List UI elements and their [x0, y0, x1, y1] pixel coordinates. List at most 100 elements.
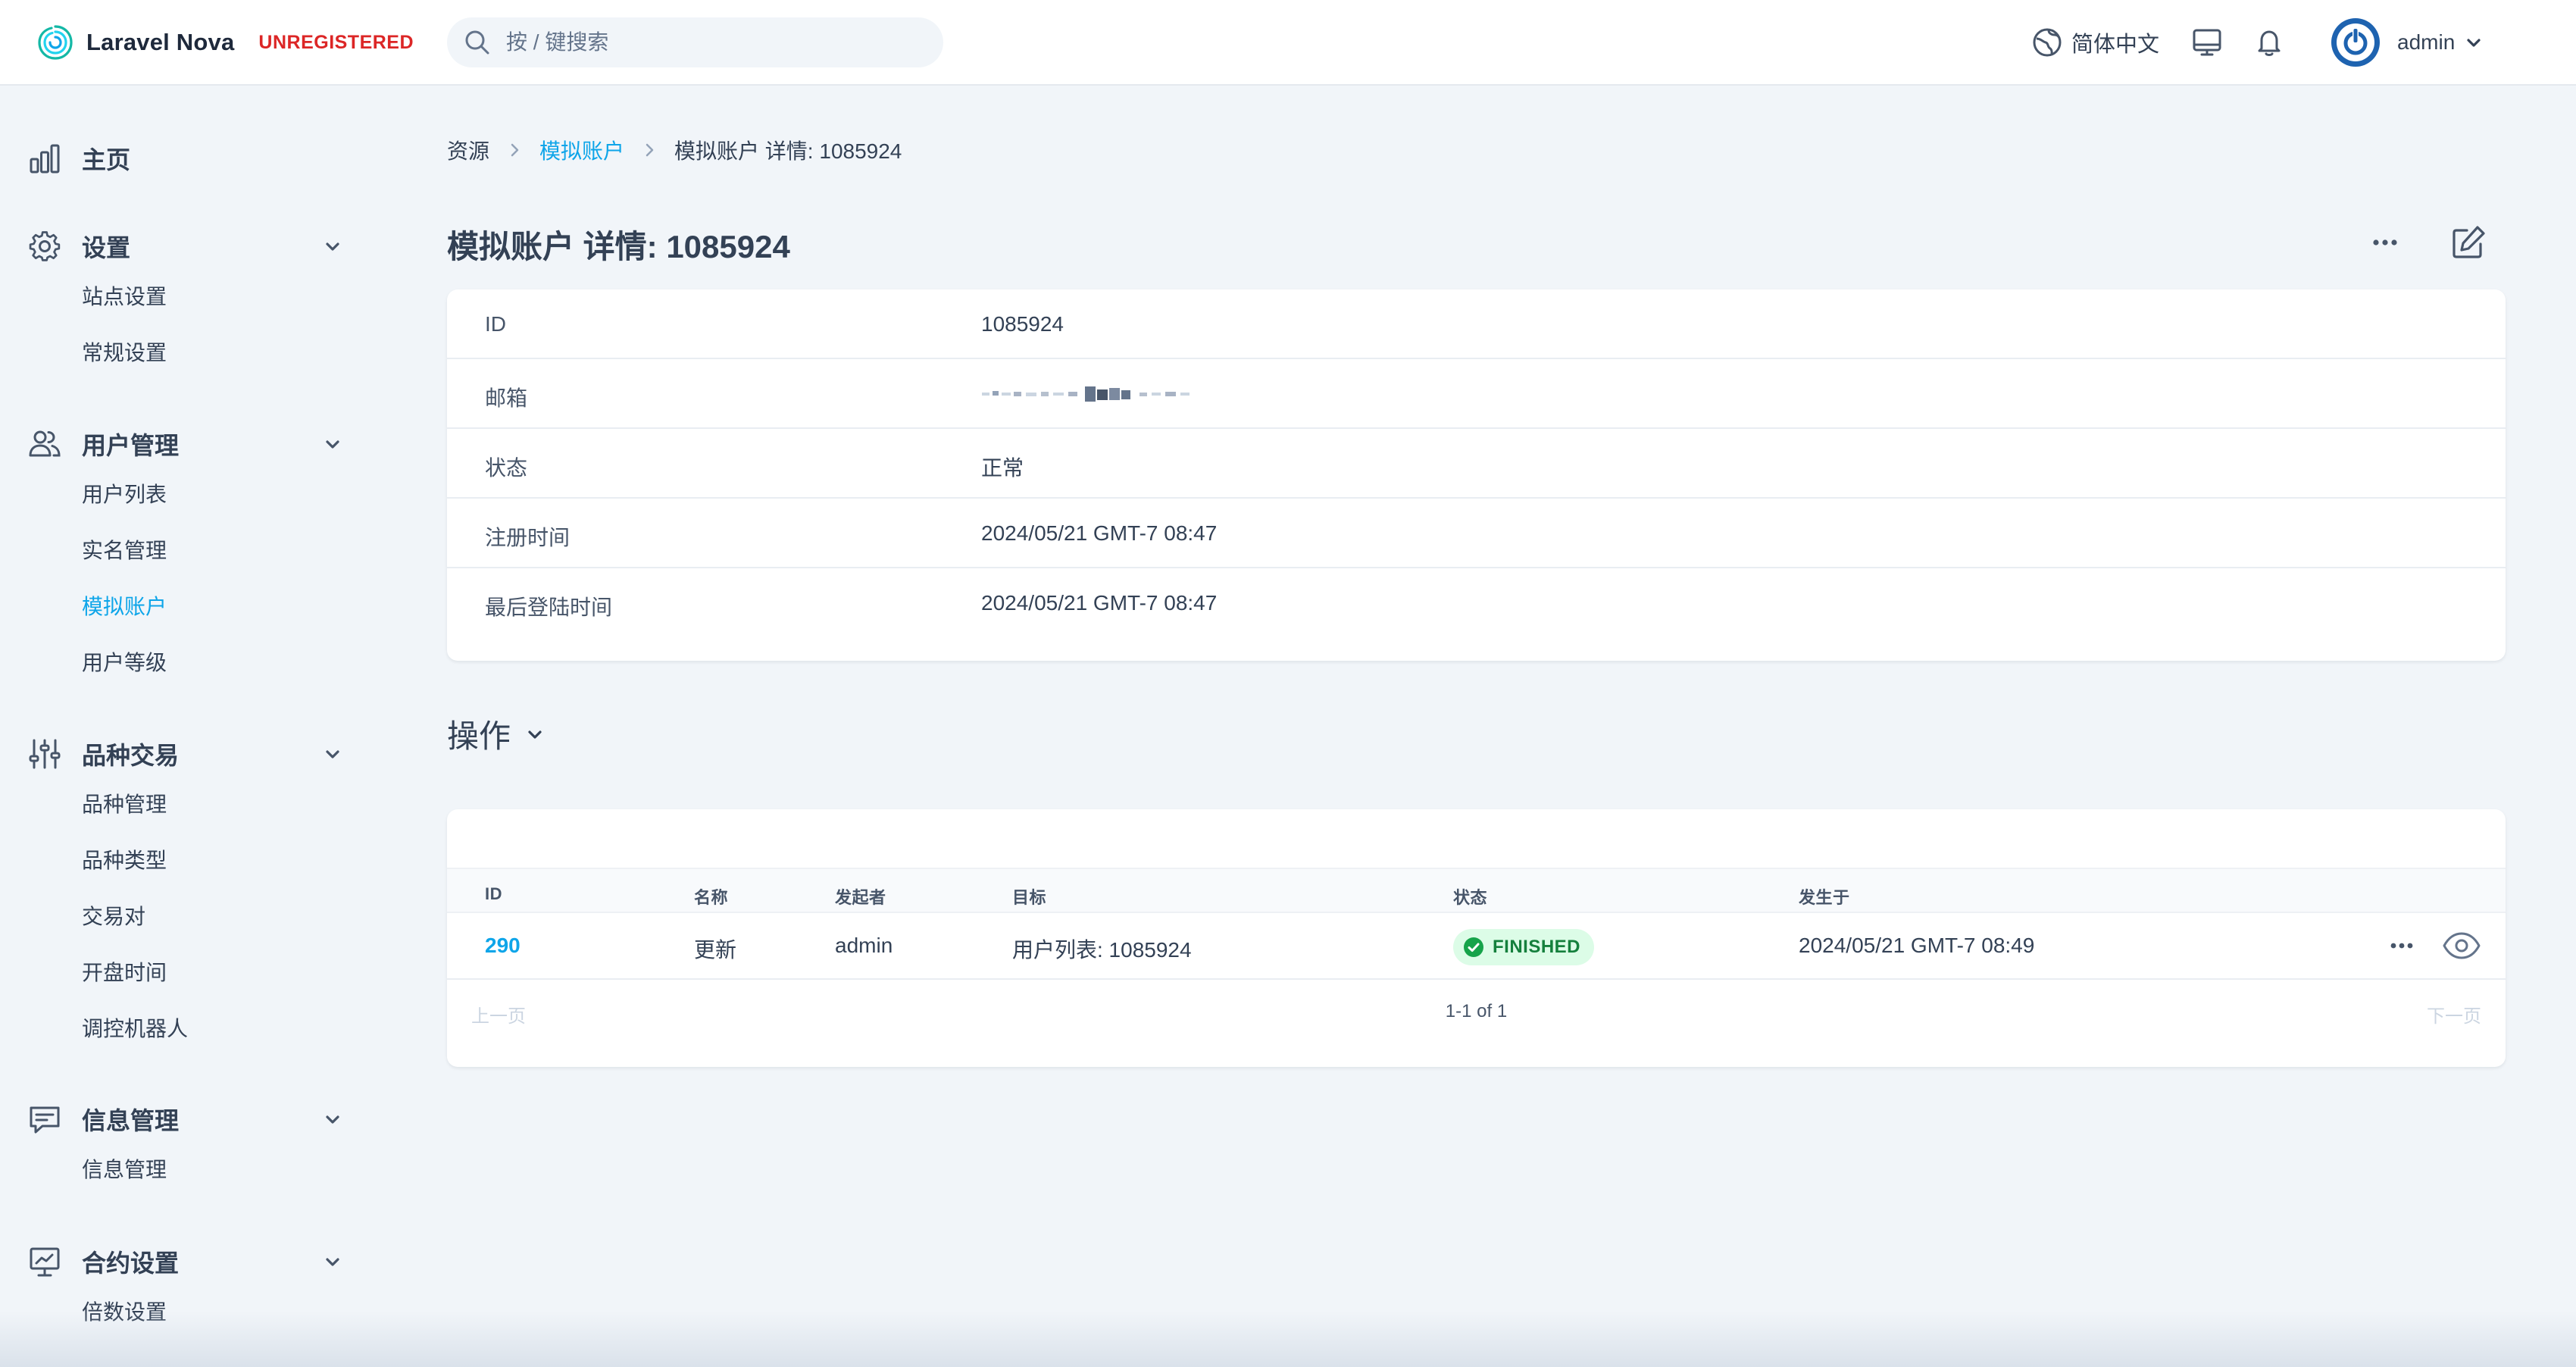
sidebar-item-kyc[interactable]: 实名管理: [82, 523, 353, 579]
actions-section-toggle[interactable]: 操作: [447, 711, 546, 757]
row-name: 更新: [694, 938, 737, 962]
ellipsis-icon[interactable]: [2383, 927, 2421, 965]
monitor-icon: [2193, 29, 2221, 56]
breadcrumb: 资源 模拟账户 模拟账户 详情: 1085924: [447, 133, 902, 167]
table-row: 290 更新 admin 用户列表: 1085924 FINISHED 2024…: [447, 913, 2506, 980]
sidebar-group-toggle-trading[interactable]: 品种交易: [27, 731, 353, 777]
check-circle-icon: [1464, 937, 1483, 957]
chevron-right-icon: [646, 143, 654, 157]
sidebar-item-user-levels[interactable]: 用户等级: [82, 635, 353, 691]
ellipsis-icon: [2373, 239, 2397, 246]
detail-card: ID 1085924 邮箱 状态 正常 注册时间 2024/05/21 GMT-…: [447, 289, 2506, 661]
chevron-down-icon: [326, 1115, 339, 1124]
page-title: 模拟账户 详情: 1085924: [447, 229, 790, 264]
globe-icon: [2033, 28, 2062, 57]
row-id-link[interactable]: 290: [485, 934, 521, 958]
column-header-name[interactable]: 名称: [694, 884, 728, 909]
bottom-scroll-fade: [0, 1311, 2576, 1367]
nova-logo-icon: [38, 25, 73, 60]
pagination: 上一页 1-1 of 1 下一页: [447, 981, 2506, 1042]
screen-button[interactable]: [2190, 25, 2224, 60]
detail-key: ID: [485, 312, 506, 336]
sidebar-item-message-management[interactable]: 信息管理: [82, 1142, 353, 1198]
detail-value: 1085924: [981, 312, 1064, 336]
status-text: FINISHED: [1493, 937, 1581, 957]
notifications-button[interactable]: [2252, 25, 2287, 60]
sidebar-group-trading: 品种交易 品种管理 品种类型 交易对 开盘时间 调控机器人: [27, 731, 353, 1057]
user-name: admin: [2397, 30, 2456, 54]
column-header-status[interactable]: 状态: [1453, 884, 1487, 909]
search-icon: [465, 30, 489, 55]
sidebar-item-product-types[interactable]: 品种类型: [82, 833, 353, 889]
sidebar-item-label: 主页: [82, 146, 131, 174]
sidebar-group-toggle-users[interactable]: 用户管理: [27, 421, 353, 467]
sidebar-item-home[interactable]: 主页: [27, 136, 353, 181]
detail-value: 2024/05/21 GMT-7 08:47: [981, 591, 1218, 615]
detail-key: 注册时间: [485, 526, 571, 549]
chevron-down-icon: [326, 440, 339, 449]
breadcrumb-resources[interactable]: 资源: [447, 135, 489, 165]
global-search[interactable]: [447, 17, 943, 67]
brand[interactable]: Laravel Nova UNREGISTERED: [36, 23, 414, 62]
eye-icon[interactable]: [2440, 927, 2483, 965]
sidebar-item-user-list[interactable]: 用户列表: [82, 467, 353, 523]
sliders-icon: [29, 739, 61, 769]
sidebar-group-users: 用户管理 用户列表 实名管理 模拟账户 用户等级: [27, 421, 353, 691]
sidebar-item-demo-accounts[interactable]: 模拟账户: [82, 579, 353, 635]
detail-row-status: 状态 正常: [447, 429, 2506, 499]
top-bar: Laravel Nova UNREGISTERED 简体中文: [0, 0, 2576, 86]
breadcrumb-demo-accounts[interactable]: 模拟账户: [539, 135, 624, 165]
sidebar-item-site-settings[interactable]: 站点设置: [82, 269, 353, 325]
detail-value: 正常: [981, 456, 1024, 480]
chat-icon: [30, 1106, 60, 1134]
more-actions-button[interactable]: [2364, 224, 2406, 267]
language-switcher[interactable]: 简体中文: [2030, 25, 2159, 60]
action-events-table: ID 名称 发起者 目标 状态 发生于 290 更新 admin 用户列表: 1…: [447, 809, 2506, 1067]
chevron-down-icon: [2467, 39, 2481, 47]
sidebar-group-label: 设置: [82, 234, 131, 261]
pagination-next-button[interactable]: 下一页: [2427, 1001, 2481, 1028]
chevron-down-icon: [528, 730, 542, 739]
chevron-right-icon: [511, 143, 519, 157]
sidebar-item-trading-pairs[interactable]: 交易对: [82, 889, 353, 945]
sidebar-item-opening-hours[interactable]: 开盘时间: [82, 945, 353, 1001]
presentation-icon: [30, 1247, 60, 1277]
bar-chart-icon: [30, 144, 60, 174]
column-header-id[interactable]: ID: [485, 884, 502, 904]
power-avatar-icon: [2331, 18, 2380, 67]
row-actions: [2383, 927, 2483, 965]
redacted-email: [982, 386, 1190, 402]
sidebar-item-general-settings[interactable]: 常规设置: [82, 325, 353, 381]
sidebar-group-messages: 信息管理 信息管理: [27, 1096, 353, 1198]
sidebar-group-toggle-contracts[interactable]: 合约设置: [27, 1239, 353, 1284]
pagination-info: 1-1 of 1: [1445, 1001, 1508, 1021]
search-input[interactable]: [506, 30, 885, 55]
status-badge: FINISHED: [1453, 929, 1595, 965]
column-header-target[interactable]: 目标: [1012, 884, 1046, 909]
sidebar-group-toggle-messages[interactable]: 信息管理: [27, 1096, 353, 1142]
language-label: 简体中文: [2071, 33, 2160, 57]
sidebar-group-toggle-settings[interactable]: 设置: [27, 224, 353, 269]
gear-icon: [29, 231, 61, 261]
detail-row-email: 邮箱: [447, 359, 2506, 429]
table-header: ID 名称 发起者 目标 状态 发生于: [447, 868, 2506, 913]
edit-icon: [2453, 226, 2485, 258]
chevron-down-icon: [326, 1258, 339, 1266]
sidebar-item-product-management[interactable]: 品种管理: [82, 777, 353, 833]
sidebar-group-home: 主页: [27, 136, 353, 181]
edit-button[interactable]: [2449, 223, 2488, 265]
column-header-occurred-at[interactable]: 发生于: [1799, 884, 1850, 909]
sidebar-item-control-robot[interactable]: 调控机器人: [82, 1001, 353, 1057]
detail-key: 最后登陆时间: [485, 596, 613, 619]
breadcrumb-current: 模拟账户 详情: 1085924: [674, 139, 902, 163]
row-target: 用户列表: 1085924: [1012, 938, 1192, 962]
user-menu[interactable]: admin: [2331, 17, 2484, 68]
sidebar-group-settings: 设置 站点设置 常规设置: [27, 224, 353, 381]
detail-row-registered-at: 注册时间 2024/05/21 GMT-7 08:47: [447, 499, 2506, 568]
column-header-initiator[interactable]: 发起者: [835, 884, 886, 909]
row-initiator: admin: [835, 934, 893, 957]
sidebar-group-label: 品种交易: [82, 742, 180, 769]
sidebar-group-label: 合约设置: [82, 1250, 180, 1277]
detail-value: 2024/05/21 GMT-7 08:47: [981, 521, 1218, 545]
unregistered-badge: UNREGISTERED: [258, 31, 414, 53]
